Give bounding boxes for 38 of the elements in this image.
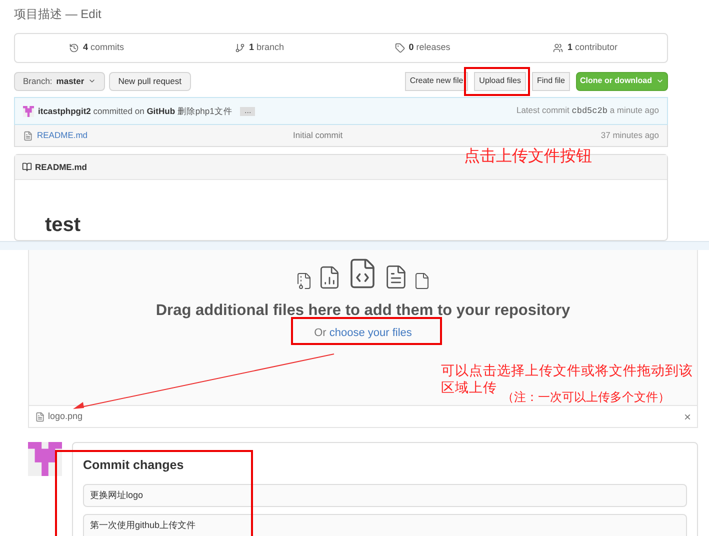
remove-button[interactable]: ×: [684, 410, 691, 422]
file-icon: [413, 272, 431, 290]
commit-message: Initial commit: [293, 129, 343, 142]
book-icon: [22, 162, 32, 172]
branch-icon: [234, 42, 245, 53]
history-icon: [68, 42, 79, 53]
toolbar-button[interactable]: Create new file: [404, 72, 468, 91]
stat-link[interactable]: 1 contributor: [504, 40, 667, 54]
choose-files-link[interactable]: choose your files: [329, 327, 412, 340]
readme-heading: test: [44, 212, 82, 238]
avatar-icon: [23, 106, 34, 117]
toolbar-button[interactable]: Upload files: [474, 72, 526, 91]
page-title: 项目描述 — Edit: [14, 6, 102, 23]
avatar-icon: [28, 442, 62, 476]
annotation-note: 点击上传文件按钮: [464, 146, 592, 167]
stat-link[interactable]: 4 commits: [15, 40, 178, 54]
or-label: Or: [314, 327, 326, 340]
stat-link[interactable]: 0 releases: [341, 40, 504, 54]
toolbar-button[interactable]: Find file: [532, 72, 570, 91]
commit-time: 37 minutes ago: [600, 129, 659, 142]
archive-file-icon: [295, 272, 313, 290]
file-icon: [35, 412, 45, 422]
branch-dropdown[interactable]: Branch: master: [14, 72, 106, 91]
highlight-frame: [464, 67, 530, 96]
people-icon: [553, 42, 564, 53]
file-link[interactable]: README.md: [37, 129, 88, 142]
readme-filename: README.md: [35, 160, 87, 174]
tag-icon: [394, 42, 405, 53]
stat-link[interactable]: 1 branch: [178, 40, 341, 54]
file-icon: [23, 130, 33, 141]
drop-zone-heading: Drag additional files here to add them to your repository: [156, 302, 570, 319]
queued-file-name: logo.png: [48, 410, 83, 423]
description-field[interactable]: 第一次使用github上传文件: [83, 514, 687, 536]
commit-form-title: Commit changes: [83, 457, 185, 474]
new-pull-request-button[interactable]: New pull request: [109, 72, 190, 91]
commit-summary: itcastphpgit2 committed on GitHub 删除php1文件: [38, 104, 232, 118]
latest-commit-info: Latest commit cbd5c2b a minute ago: [516, 104, 659, 118]
summary-field[interactable]: 更换网址logo: [83, 484, 687, 507]
